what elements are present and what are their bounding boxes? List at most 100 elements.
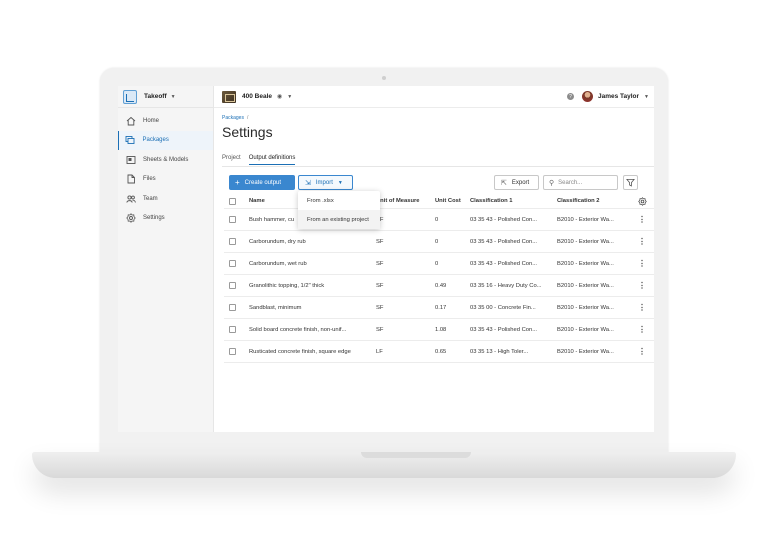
- row-unit-of-measure: SF: [376, 326, 384, 333]
- plus-icon: +: [235, 178, 240, 187]
- table-row[interactable]: Sandblast, minimum SF 0.17 03 35 00 - Co…: [224, 297, 654, 319]
- table-header-row: Name Unit of Measure Unit Cost Classific…: [224, 194, 654, 209]
- search-input[interactable]: ⚲ Search...: [543, 175, 618, 190]
- row-unit-of-measure: SF: [376, 238, 384, 245]
- sidebar-item-label: Sheets & Models: [143, 156, 189, 163]
- row-unit-cost: 1.08: [435, 326, 447, 333]
- team-icon: [125, 193, 136, 204]
- filter-button[interactable]: [623, 175, 638, 190]
- row-checkbox[interactable]: [229, 209, 238, 230]
- avatar[interactable]: [581, 91, 593, 102]
- row-unit-cost: 0.65: [435, 348, 447, 355]
- sheets-icon: [125, 154, 136, 165]
- menu-item-from-xlsx[interactable]: From .xlsx: [298, 191, 380, 210]
- table-row[interactable]: Bush hammer, cu SF 0 03 35 43 - Polished…: [224, 209, 654, 231]
- row-unit-cost: 0: [435, 216, 439, 223]
- column-header-unit-of-measure[interactable]: Unit of Measure: [376, 194, 428, 208]
- sidebar-item-files[interactable]: Files: [118, 170, 213, 190]
- column-header-classification-2[interactable]: Classification 2: [557, 194, 637, 208]
- search-placeholder: Search...: [558, 179, 583, 186]
- sidebar-item-label: Files: [143, 176, 156, 183]
- more-options-icon[interactable]: ⋮: [636, 209, 648, 230]
- column-header-unit-cost[interactable]: Unit Cost: [435, 194, 469, 208]
- select-all-checkbox[interactable]: [229, 194, 238, 208]
- more-options-icon[interactable]: ⋮: [636, 297, 648, 318]
- row-name: Carborundum, dry rub: [249, 238, 306, 245]
- app-screen: Takeoff ▼ Home Packages Sheets & Models …: [118, 86, 654, 432]
- file-icon: [125, 174, 136, 185]
- tab-output-definitions[interactable]: Output definitions: [248, 155, 296, 165]
- more-options-icon[interactable]: ⋮: [636, 341, 648, 362]
- column-header-classification-1[interactable]: Classification 1: [470, 194, 553, 208]
- more-options-icon[interactable]: ⋮: [636, 319, 648, 340]
- menu-item-from-existing-project[interactable]: From an existing project: [298, 210, 380, 229]
- table-row[interactable]: Rusticated concrete finish, square edge …: [224, 341, 654, 363]
- export-button[interactable]: ⇱ Export: [494, 175, 539, 190]
- row-name: Carborundum, wet rub: [249, 260, 307, 267]
- top-header: 400 Beale ◉ ▼ ? James Taylor ▼: [214, 86, 654, 108]
- user-menu[interactable]: James Taylor: [598, 93, 639, 100]
- row-unit-of-measure: SF: [376, 282, 384, 289]
- breadcrumb-separator: /: [246, 115, 249, 121]
- globe-icon: ◉: [277, 94, 283, 100]
- table-row[interactable]: Granolithic topping, 1/2" thick SF 0.49 …: [224, 275, 654, 297]
- project-thumbnail: [222, 90, 236, 103]
- help-icon[interactable]: ?: [566, 93, 574, 100]
- chevron-down-icon: ▼: [170, 93, 176, 100]
- sidebar-item-label: Team: [143, 195, 158, 202]
- export-icon: ⇱: [501, 179, 507, 187]
- column-settings-button[interactable]: [636, 194, 648, 208]
- import-icon: ⇲: [305, 179, 311, 187]
- tabs-divider: [222, 166, 654, 167]
- header-right: ? James Taylor ▼: [566, 91, 649, 102]
- table-row[interactable]: Carborundum, dry rub SF 0 03 35 43 - Pol…: [224, 231, 654, 253]
- sidebar-item-label: Settings: [143, 215, 165, 222]
- row-checkbox[interactable]: [229, 341, 238, 362]
- page-title: Settings: [222, 124, 273, 140]
- import-dropdown-menu: From .xlsx From an existing project: [298, 191, 380, 229]
- breadcrumb: Packages /: [222, 115, 248, 121]
- more-options-icon[interactable]: ⋮: [636, 253, 648, 274]
- chevron-down-icon[interactable]: ▼: [287, 94, 292, 100]
- row-unit-cost: 0.17: [435, 304, 447, 311]
- row-classification-2: B2010 - Exterior Wa...: [557, 348, 614, 355]
- row-unit-cost: 0: [435, 238, 439, 245]
- takeoff-app-icon: [123, 89, 137, 104]
- sidebar-item-home[interactable]: Home: [118, 111, 213, 131]
- row-classification-1: 03 35 43 - Polished Con...: [470, 260, 538, 267]
- tab-project[interactable]: Project: [222, 155, 241, 165]
- import-button[interactable]: ⇲ Import ▼: [298, 175, 353, 190]
- breadcrumb-link-packages[interactable]: Packages: [222, 115, 244, 121]
- project-selector[interactable]: 400 Beale: [242, 93, 272, 100]
- sidebar-item-packages[interactable]: Packages: [118, 130, 213, 150]
- home-icon: [125, 115, 136, 126]
- camera: [382, 76, 386, 80]
- row-checkbox[interactable]: [229, 319, 238, 340]
- main-content: Packages / Settings Project Output defini…: [214, 108, 654, 432]
- sidebar-item-settings[interactable]: Settings: [118, 209, 213, 229]
- base-notch: [361, 452, 471, 458]
- row-checkbox[interactable]: [229, 253, 238, 274]
- table-row[interactable]: Solid board concrete finish, non-unif...…: [224, 319, 654, 341]
- row-checkbox[interactable]: [229, 275, 238, 296]
- row-name: Granolithic topping, 1/2" thick: [249, 282, 325, 289]
- app-name: Takeoff: [144, 93, 167, 100]
- laptop-base: [32, 452, 736, 478]
- gear-icon: [637, 196, 647, 206]
- sidebar-item-team[interactable]: Team: [118, 189, 213, 209]
- create-output-label: Create output: [244, 179, 282, 186]
- row-unit-of-measure: SF: [376, 260, 384, 267]
- row-checkbox[interactable]: [229, 231, 238, 252]
- sidebar-item-label: Home: [143, 117, 160, 124]
- table-row[interactable]: Carborundum, wet rub SF 0 03 35 43 - Pol…: [224, 253, 654, 275]
- row-unit-of-measure: LF: [376, 348, 383, 355]
- more-options-icon[interactable]: ⋮: [636, 275, 648, 296]
- chevron-down-icon[interactable]: ▼: [644, 94, 649, 100]
- more-options-icon[interactable]: ⋮: [636, 231, 648, 252]
- row-classification-1: 03 35 16 - Heavy Duty Co...: [470, 282, 542, 289]
- row-checkbox[interactable]: [229, 297, 238, 318]
- create-output-button[interactable]: + Create output: [229, 175, 295, 190]
- output-definitions-table: Name Unit of Measure Unit Cost Classific…: [224, 194, 654, 363]
- sidebar-item-sheets-models[interactable]: Sheets & Models: [118, 150, 213, 170]
- app-switcher[interactable]: Takeoff ▼: [118, 86, 213, 108]
